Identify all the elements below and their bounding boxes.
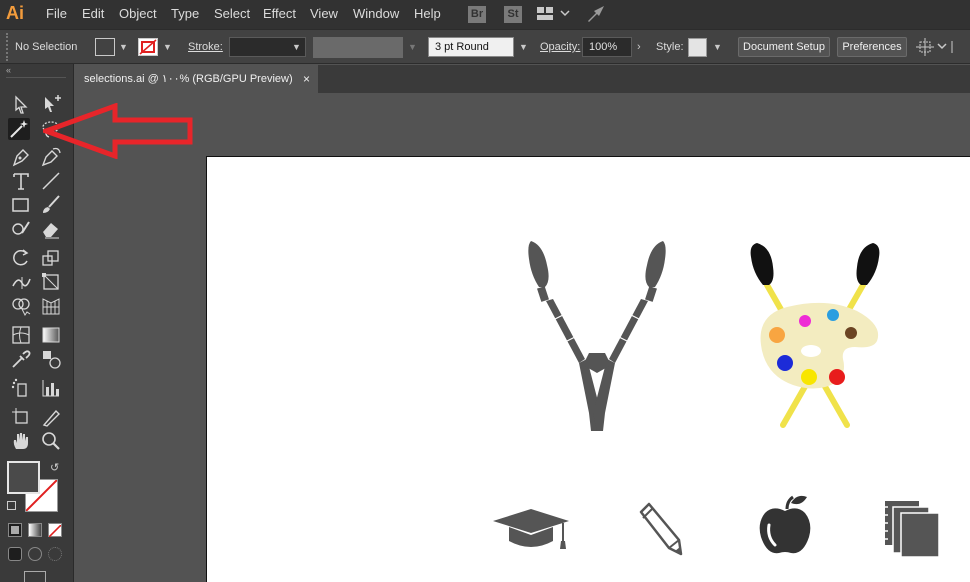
paintbrush-tool[interactable] [40,194,62,216]
rectangle-tool[interactable] [10,194,32,216]
notebook-stack-icon[interactable] [883,497,943,559]
symbol-sprayer-tool[interactable] [10,377,32,399]
pen-tool[interactable] [10,146,32,168]
profile-dropdown-icon[interactable]: ▼ [408,42,417,52]
zoom-tool[interactable] [40,430,62,452]
default-fill-stroke-icon[interactable] [7,501,16,510]
crossed-brushes-gray-icon[interactable] [517,235,677,435]
selection-tool[interactable] [10,94,32,116]
shape-builder-tool[interactable] [10,295,32,317]
brush-dropdown-icon[interactable]: ▼ [519,42,528,52]
selection-status: No Selection [15,41,78,53]
swap-fill-stroke-icon[interactable]: ↺ [50,461,59,474]
gradient-mode-button[interactable] [28,523,42,537]
none-mode-button[interactable] [48,523,62,538]
shaper-tool[interactable] [10,218,32,240]
document-setup-button[interactable]: Document Setup [738,37,830,57]
style-dropdown-icon[interactable]: ▼ [713,42,722,52]
menu-type[interactable]: Type [171,6,199,21]
draw-normal-icon[interactable] [8,547,22,561]
menu-window[interactable]: Window [353,6,399,21]
line-segment-tool[interactable] [40,170,62,192]
scale-tool[interactable] [40,247,62,269]
mesh-tool[interactable] [10,324,32,346]
tools-panel-collapse-icon[interactable]: « [6,65,11,75]
menu-effect[interactable]: Effect [263,6,296,21]
align-options-icon[interactable] [916,37,956,60]
opacity-label[interactable]: Opacity: [540,41,580,53]
screen-mode-icon[interactable] [24,571,46,582]
graphic-style-swatch[interactable] [688,38,707,57]
stroke-swatch[interactable] [138,38,158,56]
blend-tool[interactable] [40,348,62,370]
gpu-performance-icon[interactable] [586,5,606,26]
opacity-expand-icon[interactable]: › [637,41,641,53]
document-tab[interactable]: selections.ai @ ۱۰۰% (RGB/GPU Preview) × [74,65,318,93]
type-tool[interactable] [10,170,32,192]
control-bar: No Selection ▼ ▼ Stroke: ▼ ▼ 3 pt Round … [0,29,970,64]
document-tab-bar: selections.ai @ ۱۰۰% (RGB/GPU Preview) × [74,65,970,93]
close-tab-icon[interactable]: × [303,65,310,93]
style-label: Style: [656,41,684,53]
stroke-weight-dropdown-icon[interactable]: ▼ [292,42,301,52]
preferences-button[interactable]: Preferences [837,37,907,57]
pencil-icon[interactable] [635,502,685,556]
tools-panel-divider [6,77,66,78]
menu-select[interactable]: Select [214,6,250,21]
paint-palette-icon[interactable] [737,235,897,435]
graduation-cap-icon[interactable] [491,507,573,555]
eraser-tool[interactable] [40,218,62,240]
stock-button[interactable]: St [504,6,522,23]
menu-help[interactable]: Help [414,6,441,21]
artboard-tool[interactable] [10,406,32,428]
magic-wand-tool[interactable] [8,118,30,140]
menu-edit[interactable]: Edit [82,6,104,21]
fill-color-box-front[interactable] [7,461,40,494]
annotation-arrow-icon [43,103,193,159]
rotate-tool[interactable] [10,247,32,269]
document-tab-title: selections.ai @ ۱۰۰% (RGB/GPU Preview) [84,73,293,85]
menu-bar: Ai File Edit Object Type Select Effect V… [0,0,970,29]
color-mode-button[interactable] [8,523,22,537]
menu-file[interactable]: File [46,6,67,21]
eyedropper-tool[interactable] [10,348,32,370]
workspace-layout-icon[interactable] [537,7,571,24]
hand-tool[interactable] [10,430,32,452]
bridge-button[interactable]: Br [468,6,486,23]
app-logo[interactable]: Ai [6,3,24,24]
gradient-tool[interactable] [40,324,62,346]
control-bar-grip[interactable] [6,33,8,61]
menu-object[interactable]: Object [119,6,157,21]
variable-width-profile[interactable] [313,37,403,58]
perspective-grid-tool[interactable] [40,295,62,317]
fill-dropdown-icon[interactable]: ▼ [119,42,128,52]
brush-definition-field[interactable]: 3 pt Round [428,37,514,57]
draw-behind-icon[interactable] [28,547,42,561]
opacity-field[interactable]: 100% [582,37,632,57]
free-transform-tool[interactable] [40,271,62,293]
draw-inside-icon[interactable] [48,547,62,561]
menu-view[interactable]: View [310,6,338,21]
artboard[interactable] [206,156,970,582]
slice-tool[interactable] [40,406,62,428]
stroke-dropdown-icon[interactable]: ▼ [163,42,172,52]
fill-swatch[interactable] [95,38,115,56]
width-tool[interactable] [10,271,32,293]
stroke-label[interactable]: Stroke: [188,41,223,53]
column-graph-tool[interactable] [40,377,62,399]
apple-icon[interactable] [757,493,813,557]
